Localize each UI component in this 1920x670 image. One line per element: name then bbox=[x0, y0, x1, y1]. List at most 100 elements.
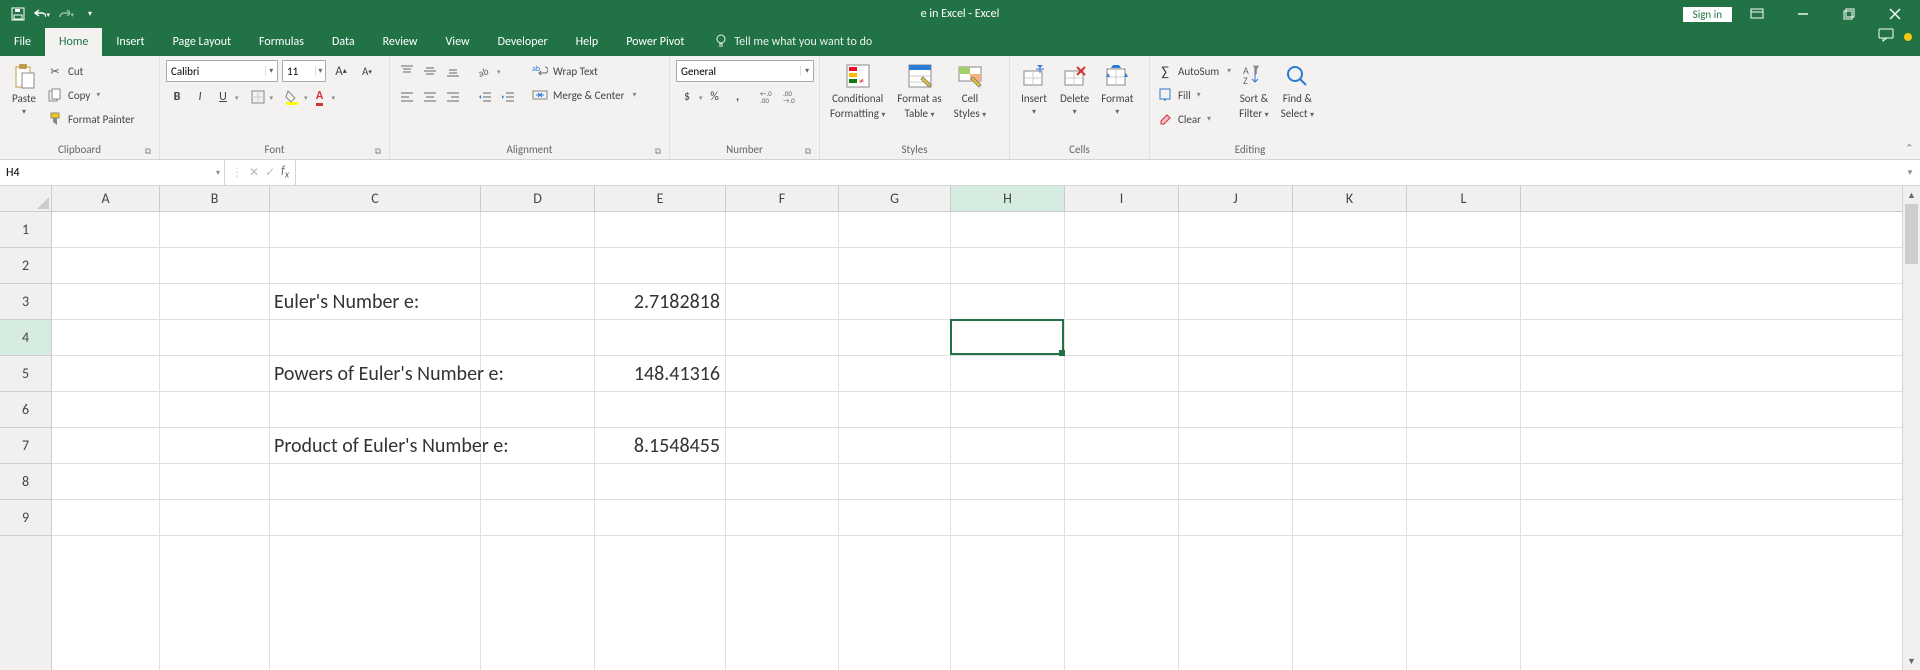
launcher-icon[interactable]: ⧉ bbox=[145, 146, 151, 157]
row-header[interactable]: 9 bbox=[0, 500, 51, 536]
column-header[interactable]: F bbox=[726, 186, 839, 211]
conditional-formatting-button[interactable]: ≠ConditionalFormatting ▾ bbox=[826, 60, 889, 122]
scroll-thumb[interactable] bbox=[1905, 204, 1918, 264]
tab-developer[interactable]: Developer bbox=[484, 28, 562, 56]
merge-center-button[interactable]: Merge & Center▾ bbox=[531, 84, 637, 106]
undo-icon[interactable]: ▾ bbox=[34, 6, 50, 22]
insert-cells-button[interactable]: Insert▾ bbox=[1016, 60, 1052, 119]
tab-insert[interactable]: Insert bbox=[102, 28, 158, 56]
align-middle-icon[interactable] bbox=[419, 60, 441, 82]
minimize-icon[interactable] bbox=[1782, 0, 1824, 28]
format-as-table-button[interactable]: Format asTable ▾ bbox=[893, 60, 945, 122]
column-header[interactable]: K bbox=[1293, 186, 1407, 211]
scroll-up-icon[interactable]: ▲ bbox=[1903, 186, 1920, 204]
decrease-font-icon[interactable]: A▾ bbox=[356, 60, 378, 82]
row-header[interactable]: 6 bbox=[0, 392, 51, 428]
align-bottom-icon[interactable] bbox=[442, 60, 464, 82]
clear-button[interactable]: Clear▾ bbox=[1156, 108, 1231, 130]
qat-customize-icon[interactable]: ▾ bbox=[82, 6, 98, 22]
cancel-icon[interactable]: ✕ bbox=[249, 165, 259, 180]
redo-icon[interactable]: ▾ bbox=[58, 6, 74, 22]
chevron-down-icon[interactable]: ▾ bbox=[800, 66, 813, 76]
scroll-down-icon[interactable]: ▼ bbox=[1903, 652, 1920, 670]
fill-button[interactable]: Fill▾ bbox=[1156, 84, 1231, 106]
fill-color-button[interactable] bbox=[281, 86, 303, 108]
row-header[interactable]: 1 bbox=[0, 212, 51, 248]
borders-button[interactable] bbox=[247, 86, 269, 108]
close-icon[interactable] bbox=[1874, 0, 1916, 28]
font-name-combo[interactable]: ▾ bbox=[166, 60, 278, 82]
cell-styles-button[interactable]: CellStyles ▾ bbox=[950, 60, 991, 122]
save-icon[interactable] bbox=[10, 6, 26, 22]
column-header[interactable]: L bbox=[1407, 186, 1521, 211]
chevron-down-icon[interactable]: ▾ bbox=[265, 66, 277, 76]
row-header[interactable]: 7 bbox=[0, 428, 51, 464]
bold-button[interactable]: B bbox=[166, 86, 188, 108]
align-right-icon[interactable] bbox=[442, 86, 464, 108]
format-painter-button[interactable]: Format Painter bbox=[46, 108, 134, 130]
tab-review[interactable]: Review bbox=[369, 28, 432, 56]
tell-me-search[interactable]: Tell me what you want to do bbox=[714, 28, 872, 56]
select-all-corner[interactable] bbox=[0, 186, 52, 212]
decrease-indent-icon[interactable] bbox=[474, 86, 496, 108]
cell-value[interactable]: Powers of Euler's Number e: bbox=[270, 356, 508, 392]
column-header[interactable]: H bbox=[951, 186, 1065, 211]
column-header[interactable]: D bbox=[481, 186, 595, 211]
pending-dot-icon[interactable] bbox=[1904, 33, 1912, 41]
tab-file[interactable]: File bbox=[0, 28, 45, 56]
increase-indent-icon[interactable] bbox=[497, 86, 519, 108]
font-size-input[interactable] bbox=[283, 65, 315, 78]
maximize-icon[interactable] bbox=[1828, 0, 1870, 28]
column-header[interactable]: B bbox=[160, 186, 270, 211]
chevron-down-icon[interactable]: ▾ bbox=[315, 66, 325, 76]
expand-formula-icon[interactable]: ▾ bbox=[1900, 160, 1920, 185]
launcher-icon[interactable]: ⧉ bbox=[805, 146, 811, 157]
align-left-icon[interactable] bbox=[396, 86, 418, 108]
sort-filter-button[interactable]: AZSort &Filter ▾ bbox=[1235, 60, 1273, 122]
tab-data[interactable]: Data bbox=[318, 28, 369, 56]
format-cells-button[interactable]: Format▾ bbox=[1097, 60, 1137, 119]
launcher-icon[interactable]: ⧉ bbox=[375, 146, 381, 157]
autosum-button[interactable]: ∑AutoSum▾ bbox=[1156, 60, 1231, 82]
font-size-combo[interactable]: ▾ bbox=[282, 60, 326, 82]
tab-view[interactable]: View bbox=[432, 28, 484, 56]
name-box-input[interactable] bbox=[0, 166, 224, 180]
comma-button[interactable]: , bbox=[727, 86, 749, 108]
number-format-input[interactable] bbox=[677, 65, 800, 78]
row-header[interactable]: 8 bbox=[0, 464, 51, 500]
tab-page-layout[interactable]: Page Layout bbox=[159, 28, 245, 56]
underline-button[interactable]: U bbox=[212, 86, 234, 108]
fx-icon[interactable]: fx bbox=[281, 164, 289, 180]
comments-icon[interactable] bbox=[1878, 28, 1894, 46]
sign-in-button[interactable]: Sign in bbox=[1683, 7, 1732, 22]
align-top-icon[interactable] bbox=[396, 60, 418, 82]
tab-help[interactable]: Help bbox=[562, 28, 613, 56]
align-center-icon[interactable] bbox=[419, 86, 441, 108]
row-header[interactable]: 3 bbox=[0, 284, 51, 320]
tab-formulas[interactable]: Formulas bbox=[245, 28, 318, 56]
tab-power-pivot[interactable]: Power Pivot bbox=[612, 28, 698, 56]
chevron-down-icon[interactable]: ▾ bbox=[216, 168, 220, 178]
column-header[interactable]: E bbox=[595, 186, 726, 211]
orientation-icon[interactable]: ab bbox=[474, 60, 496, 82]
currency-button[interactable]: $ bbox=[676, 86, 698, 108]
column-header[interactable]: I bbox=[1065, 186, 1179, 211]
cell-value[interactable]: Euler's Number e: bbox=[270, 284, 423, 320]
vertical-scrollbar[interactable]: ▲ ▼ bbox=[1902, 186, 1920, 670]
font-color-button[interactable]: A bbox=[309, 86, 331, 108]
formula-input[interactable] bbox=[296, 166, 1900, 180]
collapse-ribbon-icon[interactable]: ⌃ bbox=[1905, 142, 1914, 155]
row-header[interactable]: 4 bbox=[0, 320, 51, 356]
cell-value[interactable]: 148.41316 bbox=[595, 356, 726, 392]
italic-button[interactable]: I bbox=[189, 86, 211, 108]
increase-decimal-icon[interactable]: ←.0.00 bbox=[757, 86, 779, 108]
tab-home[interactable]: Home bbox=[45, 28, 102, 56]
find-select-button[interactable]: Find &Select ▾ bbox=[1277, 60, 1318, 122]
column-header[interactable]: J bbox=[1179, 186, 1293, 211]
paste-button[interactable]: Paste ▾ bbox=[6, 60, 42, 119]
ribbon-display-icon[interactable] bbox=[1736, 0, 1778, 28]
number-format-combo[interactable]: ▾ bbox=[676, 60, 814, 82]
column-header[interactable]: G bbox=[839, 186, 951, 211]
name-box[interactable]: ▾ bbox=[0, 160, 225, 185]
column-header[interactable]: C bbox=[270, 186, 481, 211]
